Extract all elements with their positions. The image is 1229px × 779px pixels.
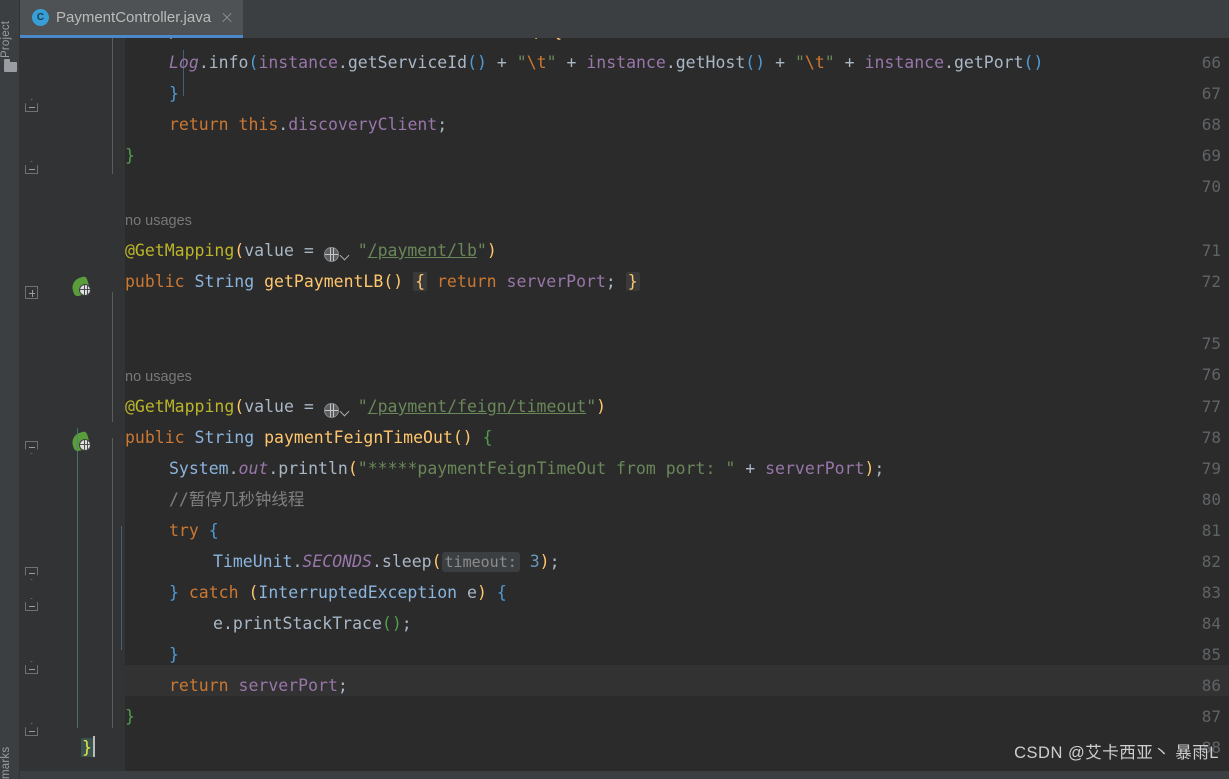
code-line-81: try { <box>169 521 219 540</box>
code-line-80: //暂停几秒钟线程 <box>169 490 305 509</box>
folder-icon <box>4 59 17 72</box>
code-line-72: public String getPaymentLB() { return se… <box>125 272 640 291</box>
editor-tab-bar: C PaymentController.java <box>20 0 1229 38</box>
indent-guide <box>121 588 122 650</box>
code-line-88: } <box>81 732 95 763</box>
code-line-84: e.printStackTrace(); <box>213 614 412 633</box>
inlay-no-usages[interactable]: no usages <box>125 360 192 391</box>
tool-window-button-project[interactable]: Project <box>0 2 20 58</box>
fold-connector <box>112 38 113 174</box>
indent-guide <box>121 526 122 588</box>
code-line-82: TimeUnit.SECONDS.sleep(timeout: 3); <box>213 552 560 572</box>
code-line-65: for (ServiceInstance instance : instance… <box>125 38 562 47</box>
bottom-status-strip <box>0 771 1229 779</box>
web-url-icon <box>323 394 358 425</box>
fold-collapse-icon[interactable] <box>20 152 44 183</box>
fold-collapse-icon[interactable] <box>20 652 44 683</box>
code-line-66: Log.info(instance.getServiceId() + "\t" … <box>169 53 1044 72</box>
code-line-85: } <box>169 645 179 664</box>
fold-collapse-icon[interactable] <box>20 558 44 589</box>
code-editor[interactable]: 66 67 68 69 70 71 72 75 76 77 78 79 80 81 82 83 84 85 86 87… <box>20 38 1229 779</box>
watermark: CSDN @艾卡西亚丶 暴雨L <box>1014 744 1219 762</box>
code-line-83: } catch (InterruptedException e) { <box>169 583 507 602</box>
inlay-no-usages[interactable]: no usages <box>125 204 192 235</box>
code-line-68: return this.discoveryClient; <box>169 115 448 134</box>
text-caret <box>92 736 95 757</box>
fold-collapse-icon[interactable] <box>20 589 44 620</box>
code-line-69: } <box>125 146 135 165</box>
close-icon[interactable] <box>219 10 235 26</box>
code-line-71: @GetMapping(value = "/payment/lb") <box>125 235 497 266</box>
code-content[interactable]: for (ServiceInstance instance : instance… <box>81 38 1229 779</box>
code-line-86: return serverPort; <box>169 676 348 695</box>
left-tool-strip: Project marks <box>0 0 20 779</box>
code-line-79: System.out.println("*****paymentFeignTim… <box>169 459 885 478</box>
code-line-67: } <box>169 84 179 103</box>
java-class-icon: C <box>32 9 49 26</box>
code-line-87: } <box>125 707 135 726</box>
tool-window-button-bookmarks[interactable]: marks <box>0 727 20 779</box>
editor-tab-paymentcontroller[interactable]: C PaymentController.java <box>20 0 244 38</box>
fold-connector <box>112 438 113 728</box>
spring-bean-web-icon[interactable] <box>69 275 92 298</box>
fold-connector <box>112 292 113 422</box>
fold-collapse-icon[interactable] <box>20 90 44 121</box>
ide-window: Project marks C PaymentController.java 6… <box>0 0 1229 779</box>
matching-brace-highlight: } <box>81 738 93 757</box>
code-line-77: @GetMapping(value = "/payment/feign/time… <box>125 391 606 422</box>
code-line-78: public String paymentFeignTimeOut() { <box>125 428 493 447</box>
indent-guide <box>77 428 78 728</box>
spring-bean-web-icon[interactable] <box>69 430 92 453</box>
tab-label: PaymentController.java <box>56 9 212 26</box>
fold-collapse-icon[interactable] <box>20 714 44 745</box>
fold-rail[interactable] <box>101 38 125 779</box>
fold-collapse-icon[interactable] <box>20 432 44 463</box>
web-url-icon <box>323 238 358 269</box>
inlay-param-hint: timeout: <box>441 552 520 572</box>
fold-expand-icon[interactable] <box>20 277 44 308</box>
